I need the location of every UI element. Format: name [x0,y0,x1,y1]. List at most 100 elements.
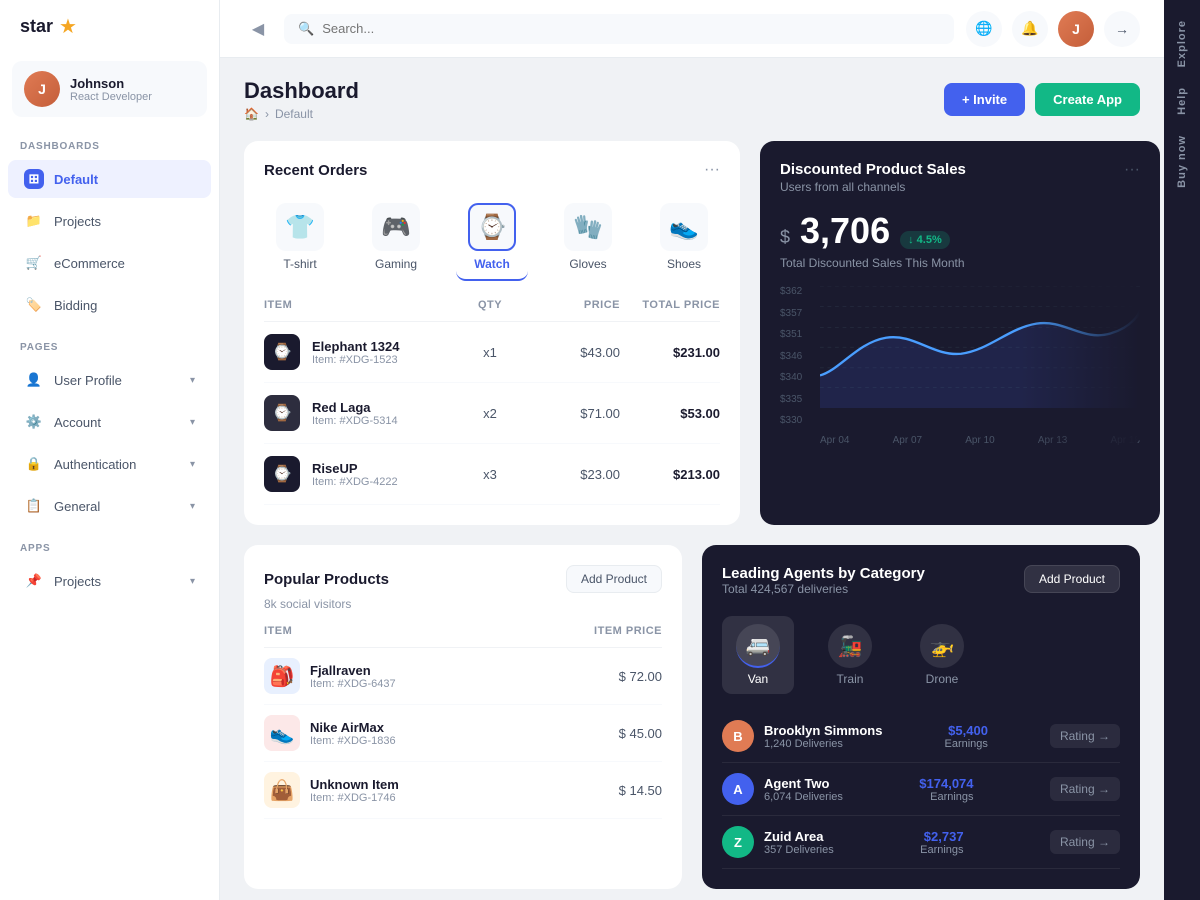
explore-sidebar-item[interactable]: Explore [1176,20,1188,67]
order-tab-gaming[interactable]: 🎮 Gaming [360,195,432,281]
folder-icon: 📁 [24,211,44,231]
rating-button[interactable]: Rating → [1050,830,1120,854]
buy-now-sidebar-item[interactable]: Buy now [1176,135,1188,188]
orders-table-header: ITEM QTY PRICE TOTAL PRICE [264,299,720,322]
order-item-info: ⌚ RiseUP Item: #XDG-4222 [264,456,450,492]
card-menu-icon[interactable]: ··· [704,161,720,179]
product-id: Item: #XDG-1746 [310,792,399,804]
agent-tab-van[interactable]: 🚐 Van [722,616,794,694]
order-tab-tshirt[interactable]: 👕 T-shirt [264,195,336,281]
product-thumb: 🎒 [264,658,300,694]
product-name: Unknown Item [310,777,399,792]
agent-name: Brooklyn Simmons [764,723,882,738]
sidebar: star ★ J Johnson React Developer DASHBOA… [0,0,220,900]
leading-agents-card: Leading Agents by Category Total 424,567… [702,545,1140,889]
sales-card-menu-icon[interactable]: ··· [1124,161,1140,179]
page-title: Dashboard [244,78,359,104]
chart-y-label: $346 [780,351,802,362]
recent-orders-card: Recent Orders ··· 👕 T-shirt 🎮 Gaming ⌚ [244,141,740,525]
agent-earnings: $5,400 [945,723,988,738]
user-name: Johnson [70,76,152,91]
sidebar-item-general[interactable]: 📋 General ▾ [8,487,211,525]
chart-y-label: $335 [780,394,802,405]
order-tab-watch[interactable]: ⌚ Watch [456,195,528,281]
agent-earnings: $174,074 [919,776,973,791]
sidebar-user[interactable]: J Johnson React Developer [12,61,207,117]
agent-avatar: A [722,773,754,805]
logo-star-icon: ★ [59,14,77,39]
agent-earnings-label: Earnings [920,844,963,856]
agent-tab-drone[interactable]: 🚁 Drone [906,616,978,694]
tab-label-van: Van [748,672,768,686]
sidebar-item-account[interactable]: ⚙️ Account ▾ [8,403,211,441]
tab-label-gaming: Gaming [375,257,417,271]
order-tab-gloves[interactable]: 🧤 Gloves [552,195,624,281]
agent-avatar: Z [722,826,754,858]
popular-products-header: Popular Products Add Product [264,565,662,593]
sidebar-item-bidding[interactable]: 🏷️ Bidding [8,286,211,324]
chart-y-labels: $362 $357 $351 $346 $340 $335 $330 [780,286,802,426]
agent-avatar: B [722,720,754,752]
dollar-sign: $ [780,227,790,248]
grid-icon: ⊞ [24,169,44,189]
order-item-thumb: ⌚ [264,334,300,370]
search-bar[interactable]: 🔍 [284,14,954,44]
sales-label: Total Discounted Sales This Month [780,256,1140,270]
sales-chart: $362 $357 $351 $346 $340 $335 $330 [780,286,1140,446]
order-item-thumb: ⌚ [264,456,300,492]
gloves-icon: 🧤 [564,203,612,251]
product-price: $ 72.00 [562,669,662,684]
breadcrumb-current: Default [275,107,313,121]
arrow-right-icon-button[interactable]: → [1104,11,1140,47]
sales-number: 3,706 [800,210,890,252]
section-title-apps: APPS [0,527,219,560]
agent-tab-train[interactable]: 🚂 Train [814,616,886,694]
sidebar-item-projects-app[interactable]: 📌 Projects ▾ [8,562,211,600]
agent-row: A Agent Two 6,074 Deliveries $174,074 Ea… [722,763,1120,816]
agent-deliveries: 1,240 Deliveries [764,738,882,750]
recent-orders-header: Recent Orders ··· [264,161,720,179]
rating-button[interactable]: Rating → [1050,724,1120,748]
orders-table: ITEM QTY PRICE TOTAL PRICE ⌚ Elephant 13… [264,299,720,505]
settings-icon: ⚙️ [24,412,44,432]
help-sidebar-item[interactable]: Help [1176,87,1188,115]
product-id: Item: #XDG-1836 [310,735,396,747]
order-qty: x1 [450,345,530,360]
product-info: 🎒 Fjallraven Item: #XDG-6437 [264,658,562,694]
sidebar-item-label: Bidding [54,298,97,313]
order-tab-shoes[interactable]: 👟 Shoes [648,195,720,281]
user-avatar-button[interactable]: J [1058,11,1094,47]
col-total: TOTAL PRICE [620,299,720,311]
col-item: ITEM [264,299,450,311]
agent-name: Zuid Area [764,829,834,844]
topbar-actions: 🌐 🔔 J → [966,11,1140,47]
recent-orders-title: Recent Orders [264,162,367,179]
add-product-button[interactable]: Add Product [566,565,662,593]
invite-button[interactable]: + Invite [944,83,1025,116]
col-price: PRICE [530,299,620,311]
sidebar-item-user-profile[interactable]: 👤 User Profile ▾ [8,361,211,399]
sidebar-item-ecommerce[interactable]: 🛒 eCommerce [8,244,211,282]
search-input[interactable] [322,21,940,36]
globe-icon-button[interactable]: 🌐 [966,11,1002,47]
notification-icon-button[interactable]: 🔔 [1012,11,1048,47]
agents-add-product-button[interactable]: Add Product [1024,565,1120,593]
sidebar-toggle-button[interactable]: ◀ [244,15,272,43]
chart-y-label: $357 [780,308,802,319]
chevron-down-icon: ▾ [190,459,195,470]
chevron-down-icon: ▾ [190,576,195,587]
sidebar-item-default[interactable]: ⊞ Default [8,160,211,198]
sidebar-item-authentication[interactable]: 🔒 Authentication ▾ [8,445,211,483]
sidebar-item-label: User Profile [54,373,122,388]
rating-button[interactable]: Rating → [1050,777,1120,801]
page-actions: + Invite Create App [944,83,1140,116]
tag-icon: 🏷️ [24,295,44,315]
sidebar-item-label: Account [54,415,101,430]
page-title-area: Dashboard 🏠 › Default [244,78,359,121]
sales-amount: $ 3,706 ↓ 4.5% [780,210,1140,252]
order-item-info: ⌚ Elephant 1324 Item: #XDG-1523 [264,334,450,370]
sidebar-item-projects[interactable]: 📁 Projects [8,202,211,240]
page-header: Dashboard 🏠 › Default + Invite Create Ap… [244,78,1140,121]
order-item-thumb: ⌚ [264,395,300,431]
create-app-button[interactable]: Create App [1035,83,1140,116]
